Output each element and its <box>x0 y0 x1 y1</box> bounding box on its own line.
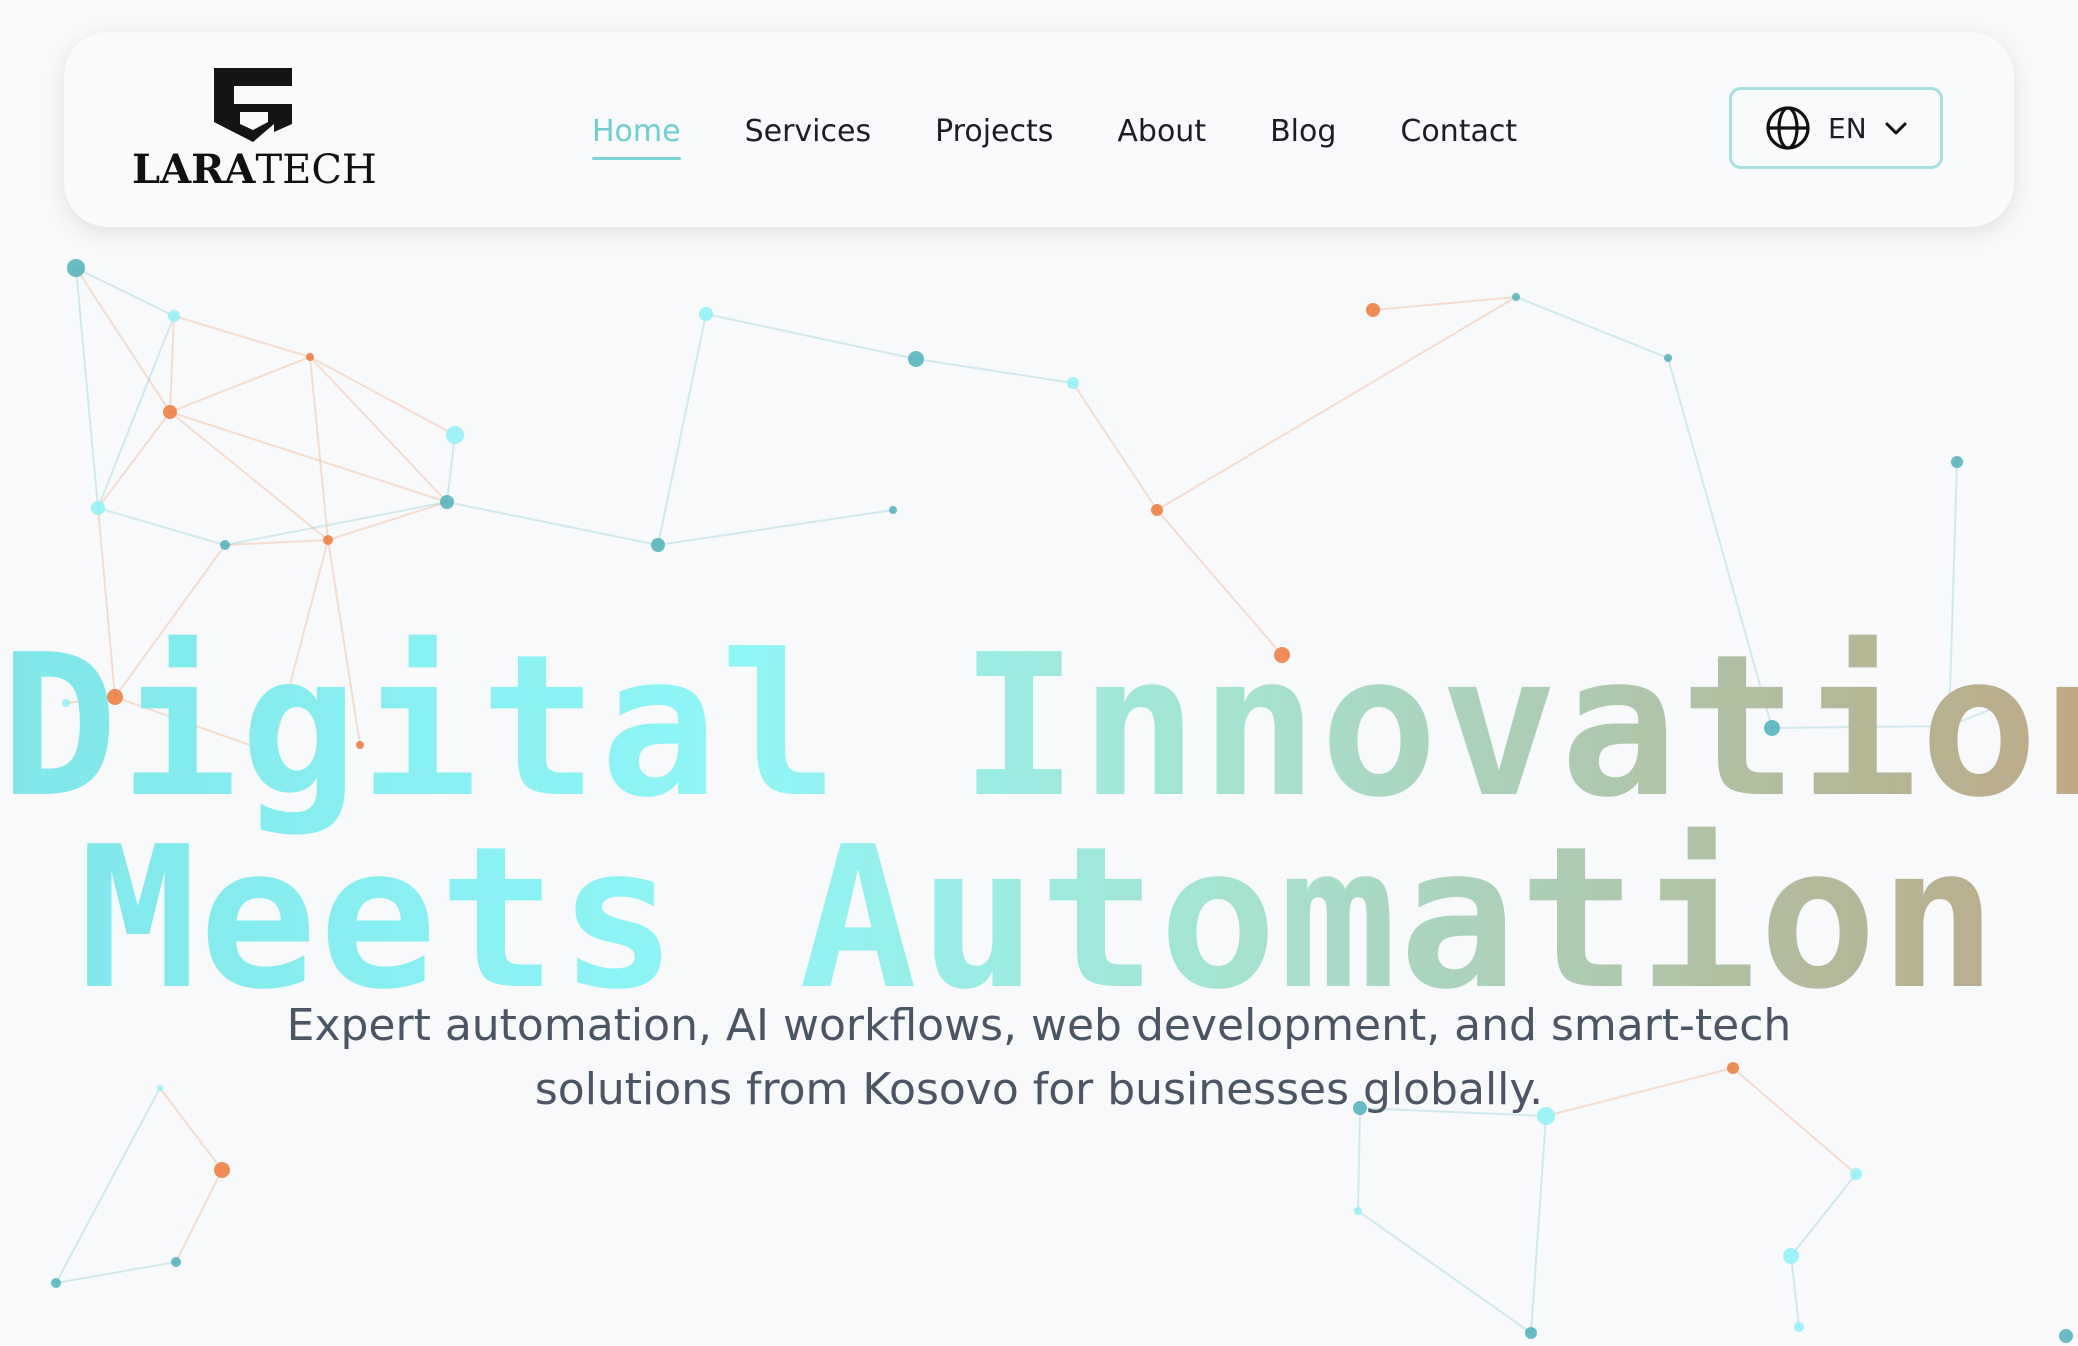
network-link <box>1357 1107 1361 1212</box>
network-node <box>651 538 665 552</box>
network-node <box>214 1162 230 1178</box>
network-node <box>440 495 454 509</box>
network-node <box>1354 1207 1362 1215</box>
nav-item-home[interactable]: Home <box>592 112 681 160</box>
nav-item-projects[interactable]: Projects <box>935 112 1053 152</box>
network-node <box>2059 1329 2073 1343</box>
network-link <box>55 1261 177 1284</box>
network-link <box>169 411 329 541</box>
network-link <box>1357 1210 1532 1334</box>
network-link <box>1790 1173 1857 1257</box>
hero-title: Digital Innovation Meets Automation <box>0 631 2078 1015</box>
network-node <box>1783 1248 1799 1264</box>
network-node <box>168 310 180 322</box>
hero-title-line-2: Meets Automation <box>78 805 2000 1034</box>
network-link <box>75 267 99 509</box>
language-label: EN <box>1828 111 1867 145</box>
network-link <box>309 356 329 541</box>
network-node <box>306 353 314 361</box>
network-link <box>1530 1115 1547 1334</box>
nav-item-blog[interactable]: Blog <box>1270 112 1336 152</box>
network-link <box>224 501 448 546</box>
network-node <box>323 535 333 545</box>
network-link <box>657 313 707 546</box>
network-node <box>446 426 464 444</box>
network-link <box>915 358 1074 384</box>
network-node <box>1366 303 1380 317</box>
network-link <box>657 509 894 546</box>
network-link <box>75 267 171 413</box>
network-node <box>1151 504 1163 516</box>
network-link <box>169 356 311 413</box>
logo-shield-icon <box>214 68 292 142</box>
network-link <box>1072 382 1158 511</box>
hero-subtitle: Expert automation, AI workflows, web dev… <box>286 1000 1792 1115</box>
network-link <box>159 1087 223 1171</box>
laratech-logo[interactable]: LARATECH <box>132 66 377 196</box>
hero-title-line-1: Digital Innovation <box>0 613 2078 842</box>
network-link <box>169 315 175 413</box>
network-node <box>51 1278 61 1288</box>
network-link <box>1156 296 1517 511</box>
network-node <box>1850 1168 1862 1180</box>
network-node <box>91 501 105 515</box>
nav-item-services[interactable]: Services <box>745 112 872 152</box>
navbar: LARATECH Home Services Projects About Bl… <box>64 32 2014 227</box>
network-link <box>446 434 456 503</box>
network-link <box>446 501 659 546</box>
network-node <box>1951 456 1963 468</box>
network-node <box>171 1257 181 1267</box>
network-link <box>705 313 917 360</box>
network-link <box>1515 296 1669 359</box>
network-node <box>1664 354 1672 362</box>
network-link <box>97 315 175 509</box>
network-node <box>889 506 897 514</box>
network-link <box>1790 1255 1800 1328</box>
network-node <box>1525 1327 1537 1339</box>
logo-wordmark: LARATECH <box>132 146 377 193</box>
language-selector-button[interactable]: EN <box>1729 87 1943 169</box>
network-link <box>173 315 311 358</box>
chevron-down-icon <box>1885 122 1907 135</box>
network-node <box>67 259 85 277</box>
network-link <box>175 1169 223 1263</box>
network-node <box>1512 293 1520 301</box>
network-link <box>1372 296 1517 311</box>
network-link <box>97 411 171 509</box>
main-navigation: Home Services Projects About Blog Contac… <box>592 112 1581 160</box>
network-node <box>1067 377 1079 389</box>
network-link <box>55 1087 161 1284</box>
network-node <box>163 405 177 419</box>
nav-item-contact[interactable]: Contact <box>1400 112 1517 152</box>
network-link <box>309 356 456 436</box>
network-node <box>908 351 924 367</box>
page: LARATECH Home Services Projects About Bl… <box>0 0 2078 1346</box>
network-node <box>220 540 230 550</box>
network-node <box>157 1085 163 1091</box>
network-node <box>1794 1322 1804 1332</box>
globe-icon <box>1766 106 1810 150</box>
network-node <box>699 307 713 321</box>
nav-item-about[interactable]: About <box>1117 112 1206 152</box>
network-link <box>97 507 226 546</box>
